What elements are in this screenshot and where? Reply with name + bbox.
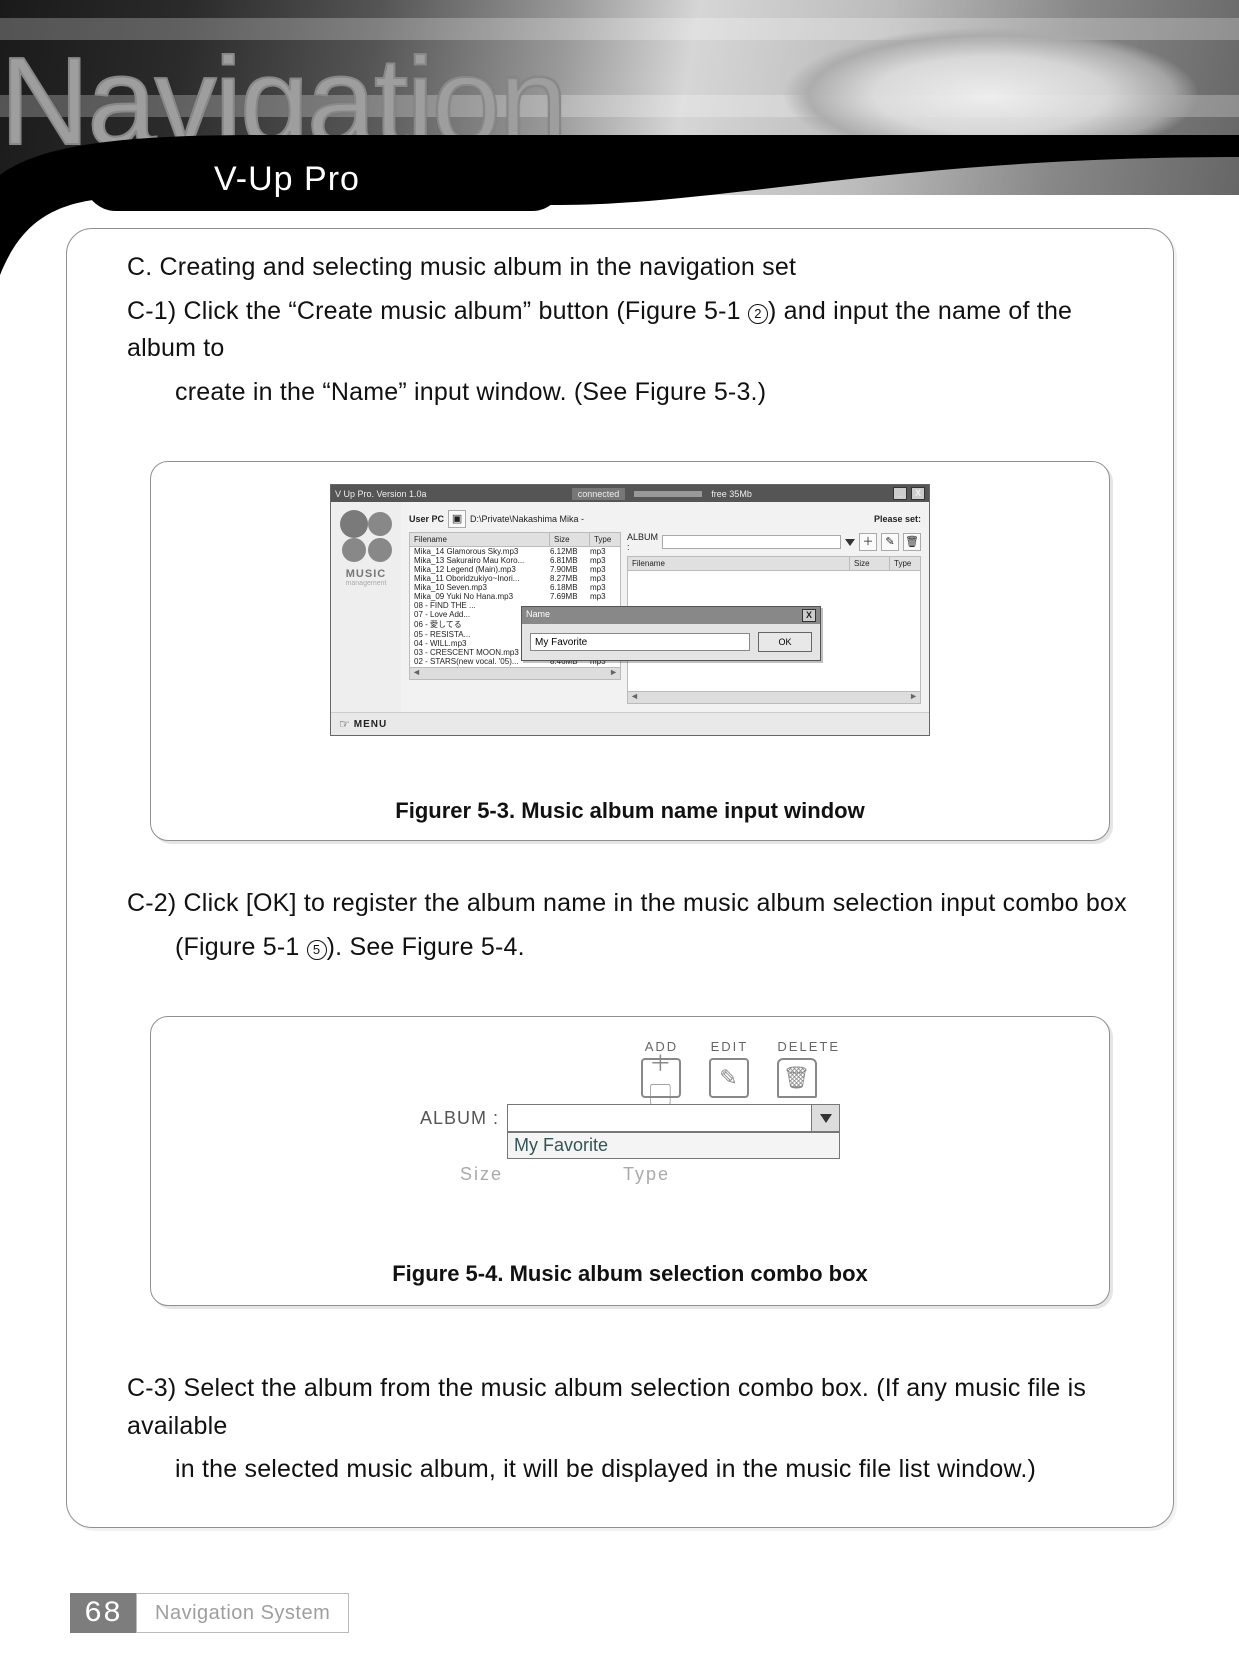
tool-edit[interactable]: EDIT ✎: [709, 1039, 749, 1098]
album-label: ALBUM :: [627, 532, 658, 552]
pane-header: Filename Size Type: [410, 533, 620, 547]
file-row[interactable]: Mika_14 Glamorous Sky.mp36.12MBmp3: [410, 547, 620, 556]
album-combo-input[interactable]: [662, 535, 841, 549]
status-connected: connected: [572, 488, 626, 500]
document-page: Navigation V-Up Pro C. Creating and sele…: [0, 0, 1239, 1675]
col-filename: Filename: [628, 557, 850, 570]
step-c-heading: C. Creating and selecting music album in…: [127, 249, 1133, 287]
dialog-title-text: Name: [526, 609, 550, 622]
text: C-1) Click the “Create music album” butt…: [127, 297, 748, 325]
file-row[interactable]: Mika_11 Oboridzukiyo~Inori...8.27MBmp3: [410, 574, 620, 583]
figure-5-3-frame: V Up Pro. Version 1.0a connected free 35…: [150, 461, 1110, 841]
app-title-text: V Up Pro. Version 1.0a: [335, 489, 427, 499]
path-text: D:\Private\Nakashima Mika -: [470, 514, 584, 524]
pane-header: Filename Size Type: [628, 557, 920, 571]
text: (Figure 5-1: [175, 933, 307, 961]
album-label: ALBUM :: [420, 1108, 499, 1129]
dialog-titlebar: Name X: [522, 607, 820, 624]
app-sidebar: MUSIC management: [331, 502, 401, 712]
folder-icon[interactable]: ▣: [448, 510, 466, 528]
col-type: Type: [590, 533, 620, 546]
combo-dropdown[interactable]: My Favorite: [507, 1132, 840, 1159]
figure-5-3-caption: Figurer 5-3. Music album name input wind…: [151, 798, 1109, 824]
app-main: User PC ▣ D:\Private\Nakashima Mika - Pl…: [401, 502, 929, 712]
page-footer: 68 Navigation System: [70, 1593, 349, 1633]
hero-car-silhouette: [679, 10, 1199, 180]
file-row[interactable]: Mika_12 Legend (Main).mp37.90MBmp3: [410, 565, 620, 574]
app-toolbar: User PC ▣ D:\Private\Nakashima Mika - Pl…: [409, 510, 921, 528]
combo-option[interactable]: My Favorite: [508, 1133, 839, 1158]
user-pc-label: User PC: [409, 514, 444, 524]
app-titlebar: V Up Pro. Version 1.0a connected free 35…: [331, 485, 929, 502]
trash-icon: 🗑: [777, 1058, 817, 1098]
tool-delete[interactable]: DELETE 🗑: [777, 1039, 840, 1098]
step-c2-line2: (Figure 5-1 5). See Figure 5-4.: [175, 929, 1133, 967]
sidebar-music-label: MUSIC: [346, 568, 386, 580]
file-row[interactable]: Mika_13 Sakurairo Mau Koro...6.81MBmp3: [410, 556, 620, 565]
close-button[interactable]: X: [911, 487, 925, 500]
combo-mock: ADD ＋▢ EDIT ✎ DELETE 🗑 ALBUM :: [420, 1039, 840, 1185]
progress-bar: [633, 490, 703, 498]
page-number: 68: [70, 1593, 136, 1633]
hero-title: Navigation: [0, 40, 566, 164]
app-body: MUSIC management User PC ▣ D:\Private\Na…: [331, 502, 929, 712]
minimize-button[interactable]: _: [893, 487, 907, 500]
content-card: C. Creating and selecting music album in…: [66, 228, 1174, 1528]
circled-ref-5: 5: [307, 940, 327, 960]
please-set-label: Please set:: [874, 514, 921, 524]
step-c1-line1: C-1) Click the “Create music album” butt…: [127, 293, 1133, 368]
figure-5-4-frame: ADD ＋▢ EDIT ✎ DELETE 🗑 ALBUM :: [150, 1016, 1110, 1306]
page-footer-label: Navigation System: [136, 1593, 349, 1633]
section-pill: V-Up Pro: [84, 147, 564, 211]
free-space: free 35Mb: [711, 489, 752, 499]
combo-under-labels: Size Type: [420, 1164, 840, 1185]
h-scrollbar[interactable]: [410, 667, 620, 679]
edit-icon: ✎: [709, 1058, 749, 1098]
section-pill-text: V-Up Pro: [214, 160, 360, 199]
add-icon: ＋▢: [641, 1058, 681, 1098]
album-combo[interactable]: My Favorite: [507, 1104, 840, 1132]
hand-icon: ☞: [339, 717, 350, 731]
text: ). See Figure 5-4.: [327, 933, 525, 961]
sidebar-mgmt-label: management: [346, 580, 387, 587]
tool-delete-label: DELETE: [777, 1039, 840, 1054]
edit-icon[interactable]: ✎: [881, 533, 899, 551]
name-dialog: Name X OK: [521, 606, 821, 661]
file-row[interactable]: Mika_10 Seven.mp36.18MBmp3: [410, 583, 620, 592]
combo-tool-icons: ADD ＋▢ EDIT ✎ DELETE 🗑: [420, 1039, 840, 1098]
step-c3-line2: in the selected music album, it will be …: [175, 1451, 1133, 1489]
col-size: Size: [550, 533, 590, 546]
ok-button[interactable]: OK: [758, 632, 812, 652]
step-c2-line1: C-2) Click [OK] to register the album na…: [127, 885, 1133, 923]
col-type: Type: [890, 557, 920, 570]
app-menu-bar[interactable]: ☞ MENU: [331, 712, 929, 735]
tool-add[interactable]: ADD ＋▢: [641, 1039, 681, 1098]
file-row[interactable]: Mika_09 Yuki No Hana.mp37.69MBmp3: [410, 592, 620, 601]
circled-ref-2: 2: [748, 304, 768, 324]
step-c3-line1: C-3) Select the album from the music alb…: [127, 1370, 1133, 1445]
col-size: Size: [850, 557, 890, 570]
col-type-ghost: Type: [623, 1164, 670, 1185]
col-filename: Filename: [410, 533, 550, 546]
col-size-ghost: Size: [460, 1164, 503, 1185]
app-window: V Up Pro. Version 1.0a connected free 35…: [330, 484, 930, 736]
menu-label: MENU: [354, 719, 387, 730]
app-logo: [338, 508, 394, 564]
delete-icon[interactable]: 🗑: [903, 533, 921, 551]
step-c1-line2: create in the “Name” input window. (See …: [175, 374, 1133, 412]
add-icon[interactable]: ＋: [859, 533, 877, 551]
figure-5-4-caption: Figure 5-4. Music album selection combo …: [151, 1261, 1109, 1287]
dropdown-arrow-icon[interactable]: [845, 539, 855, 546]
dialog-close-button[interactable]: X: [802, 609, 816, 622]
album-combo-row: ALBUM : ＋ ✎ 🗑: [627, 532, 921, 552]
dropdown-arrow-icon[interactable]: [811, 1105, 839, 1131]
album-name-input[interactable]: [530, 633, 750, 651]
h-scrollbar[interactable]: [628, 691, 920, 703]
tool-edit-label: EDIT: [709, 1039, 749, 1054]
